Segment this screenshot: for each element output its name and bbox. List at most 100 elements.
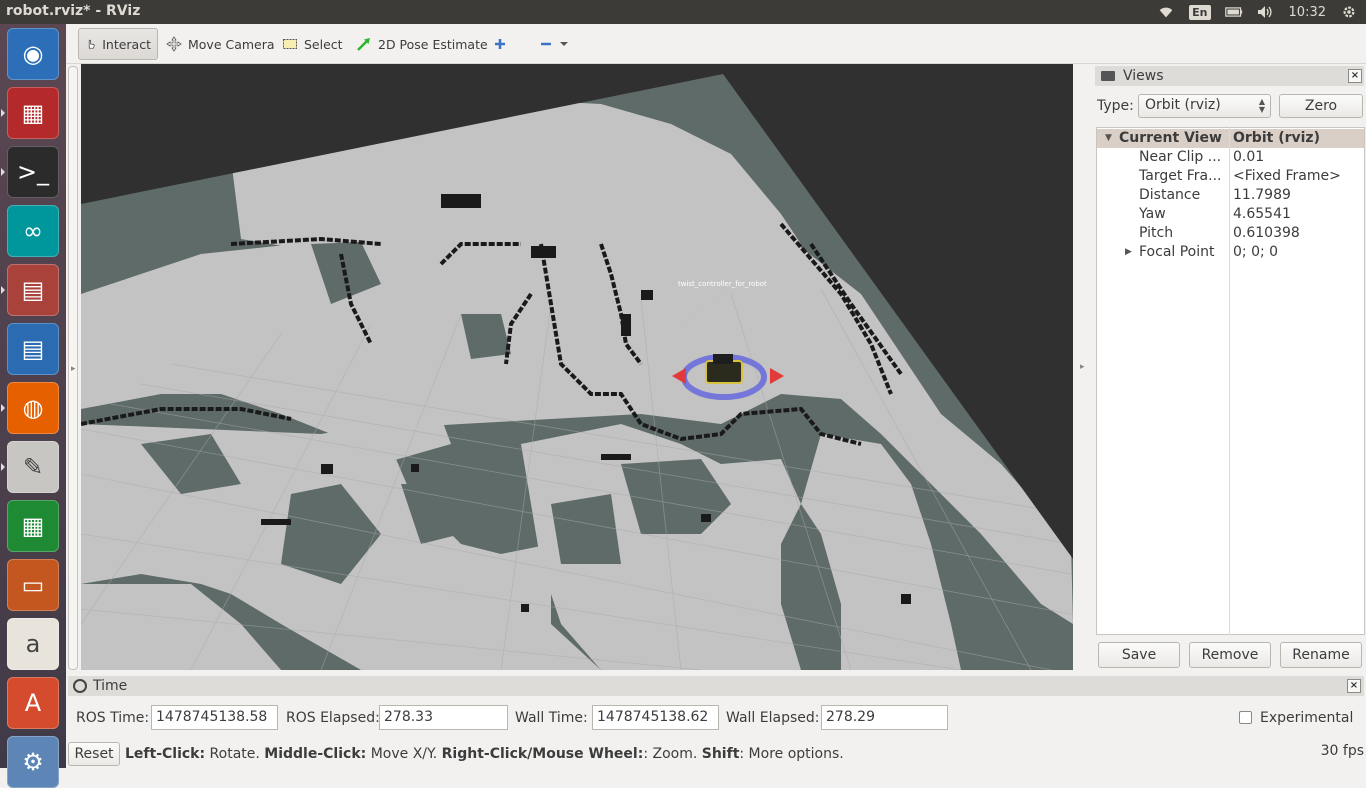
rviz-toolbar: Interact Move Camera Select 2D Pose Esti… (66, 24, 1366, 64)
tree-row-current-view[interactable]: ▼ Current View Orbit (rviz) (1097, 129, 1364, 148)
plus-icon (495, 39, 505, 49)
launcher-firefox-icon[interactable]: ◍ (7, 382, 59, 434)
wifi-icon[interactable] (1157, 5, 1175, 19)
reset-button[interactable]: Reset (68, 742, 120, 766)
views-panel-header[interactable]: Views × (1095, 66, 1364, 86)
left-dock-splitter[interactable]: ▸ (66, 64, 80, 672)
view-properties-tree[interactable]: ▼ Current View Orbit (rviz) Near Clip ..… (1096, 127, 1365, 635)
tree-key: Focal Point (1139, 244, 1215, 260)
launcher-files-icon[interactable]: ▤ (7, 264, 59, 316)
green-arrow-icon (357, 38, 370, 51)
clock-icon (73, 679, 87, 693)
tree-key: Target Fra... (1139, 168, 1222, 184)
tree-value[interactable]: 11.7989 (1233, 187, 1291, 203)
launcher-terminal-icon[interactable]: >_ (7, 146, 59, 198)
launcher-text-editor-icon[interactable]: ✎ (7, 441, 59, 493)
zero-view-button[interactable]: Zero (1279, 94, 1363, 118)
add-tool-button[interactable] (486, 28, 514, 60)
launcher-amazon-icon[interactable]: a (7, 618, 59, 670)
collapse-arrow-icon[interactable]: ▼ (1105, 133, 1112, 143)
wall-time-field[interactable]: 1478745138.62 (592, 705, 719, 730)
select-tool-button[interactable]: Select (276, 28, 349, 60)
hint-right-action: : Zoom. (643, 746, 702, 762)
rename-view-button[interactable]: Rename (1280, 642, 1362, 668)
experimental-checkbox[interactable] (1239, 711, 1252, 724)
3d-render-viewport[interactable]: twist_controller_for_robot (81, 64, 1073, 670)
launcher-ubuntu-dash-icon[interactable]: ◉ (7, 28, 59, 80)
launcher-workspaces-icon[interactable]: ▦ (7, 87, 59, 139)
views-panel-title: Views (1123, 68, 1164, 84)
tree-row-yaw[interactable]: Yaw 4.65541 (1097, 205, 1364, 224)
tree-row-distance[interactable]: Distance 11.7989 (1097, 186, 1364, 205)
tree-row-pitch[interactable]: Pitch 0.610398 (1097, 224, 1364, 243)
running-indicator (1, 109, 5, 117)
tree-column-separator[interactable] (1229, 127, 1230, 635)
battery-icon[interactable] (1224, 5, 1243, 19)
launcher-arduino-icon[interactable]: ∞ (7, 205, 59, 257)
launcher-libreoffice-writer-icon[interactable]: ▤ (7, 323, 59, 375)
running-indicator (1, 463, 5, 471)
tree-value[interactable]: 0.01 (1233, 149, 1264, 165)
views-panel: Views × Type: Orbit (rviz) ▲ ▼ Zero ▼ Cur… (1093, 64, 1366, 672)
selection-rectangle-icon (283, 39, 297, 49)
2d-pose-estimate-tool-button[interactable]: 2D Pose Estimate (350, 28, 494, 60)
launcher-system-settings-icon[interactable]: ⚙ (7, 736, 59, 788)
experimental-label: Experimental (1260, 710, 1354, 726)
hint-left-click: Left-Click: (125, 746, 206, 762)
camera-icon (1101, 71, 1115, 81)
tree-row-target-frame[interactable]: Target Fra... <Fixed Frame> (1097, 167, 1364, 186)
ros-elapsed-label: ROS Elapsed: (286, 710, 380, 726)
view-type-select[interactable]: Orbit (rviz) ▲ ▼ (1138, 94, 1271, 118)
tree-row-near-clip[interactable]: Near Clip ... 0.01 (1097, 148, 1364, 167)
wall-time-label: Wall Time: (515, 710, 588, 726)
expand-right-icon[interactable]: ▸ (1080, 362, 1085, 372)
tree-value[interactable]: 0.610398 (1233, 225, 1300, 241)
time-panel-header[interactable]: Time × (68, 676, 1364, 696)
save-view-button[interactable]: Save (1098, 642, 1180, 668)
system-clock[interactable]: 10:32 (1289, 5, 1326, 20)
tree-key: Distance (1139, 187, 1201, 203)
time-panel-close-button[interactable]: × (1347, 679, 1361, 693)
fps-counter: 30 fps (1320, 743, 1364, 759)
launcher-software-center-icon[interactable]: A (7, 677, 59, 729)
remove-view-button[interactable]: Remove (1189, 642, 1271, 668)
tree-value[interactable]: <Fixed Frame> (1233, 168, 1341, 184)
system-indicators: En 10:32 (1157, 0, 1358, 24)
running-indicator (1, 286, 5, 294)
volume-icon[interactable] (1257, 5, 1275, 19)
hint-shift: Shift (701, 746, 740, 762)
hand-pointer-icon (88, 39, 95, 49)
interact-tool-button[interactable]: Interact (78, 28, 158, 60)
move-camera-tool-label: Move Camera (188, 36, 275, 52)
keyboard-language-indicator[interactable]: En (1189, 4, 1211, 20)
move-arrows-icon (166, 36, 182, 52)
occupancy-map-render (81, 74, 1073, 670)
wall-elapsed-field[interactable]: 278.29 (821, 705, 948, 730)
hint-right-click: Right-Click/Mouse Wheel: (441, 746, 644, 762)
tree-value[interactable]: 0; 0; 0 (1233, 244, 1278, 260)
launcher-libreoffice-calc-icon[interactable]: ▦ (7, 500, 59, 552)
right-dock-splitter[interactable]: ▸ (1075, 64, 1093, 672)
interact-tool-label: Interact (102, 36, 151, 52)
robot-name-label: twist_controller_for_robot (678, 280, 767, 288)
running-indicator (1, 404, 5, 412)
spinner-arrows-icon: ▲ ▼ (1258, 97, 1265, 114)
wall-elapsed-label: Wall Elapsed: (726, 710, 820, 726)
hint-left-action: Rotate. (205, 746, 265, 762)
window-title: robot.rviz* - RViz (6, 3, 141, 19)
chevron-down-icon (560, 42, 568, 46)
remove-tool-button[interactable] (532, 28, 574, 60)
tree-value[interactable]: 4.65541 (1233, 206, 1291, 222)
expand-arrow-icon[interactable]: ▶ (1125, 247, 1132, 257)
views-panel-close-button[interactable]: × (1348, 69, 1362, 83)
tree-row-focal-point[interactable]: ▶ Focal Point 0; 0; 0 (1097, 243, 1364, 262)
pose-estimate-tool-label: 2D Pose Estimate (378, 36, 488, 52)
power-gear-icon[interactable] (1340, 5, 1358, 19)
hint-middle-action: Move X/Y. (366, 746, 442, 762)
launcher-libreoffice-impress-icon[interactable]: ▭ (7, 559, 59, 611)
ros-time-field[interactable]: 1478745138.58 (151, 705, 278, 730)
move-camera-tool-button[interactable]: Move Camera (160, 28, 281, 60)
expand-left-icon[interactable]: ▸ (71, 364, 76, 374)
ros-elapsed-field[interactable]: 278.33 (379, 705, 508, 730)
view-type-label: Type: (1097, 98, 1134, 114)
